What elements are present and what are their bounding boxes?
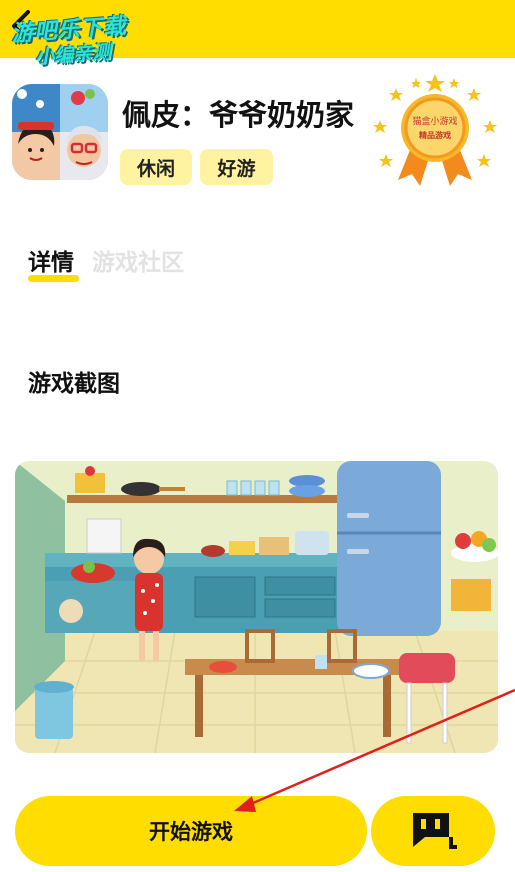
chat-button[interactable] xyxy=(371,796,495,866)
tab-active-indicator xyxy=(28,275,79,282)
tab-community[interactable]: 游戏社区 xyxy=(92,243,184,277)
tag-casual[interactable]: 休闲 xyxy=(120,149,192,185)
watermark-line2: 小编亲测 xyxy=(34,41,112,69)
app-title-container: 佩皮：爷爷奶奶家 xyxy=(122,92,372,136)
watermark: 游吧乐下载 小编亲测 xyxy=(10,8,129,71)
chat-bubble-icon xyxy=(413,813,457,849)
start-game-button[interactable]: 开始游戏 xyxy=(15,796,367,866)
app-title: 佩皮：爷爷奶奶家 xyxy=(122,98,355,132)
app-icon xyxy=(12,84,108,180)
badge-line1: 猫盒小游戏 xyxy=(412,115,457,127)
award-medal-icon: 猫盒小游戏 精品游戏 xyxy=(373,74,497,186)
badge-line2: 精品游戏 xyxy=(419,130,451,140)
game-screenshot-image[interactable] xyxy=(15,461,498,753)
tab-detail[interactable]: 详情 xyxy=(28,243,74,277)
screenshots-title: 游戏截图 xyxy=(28,371,120,397)
tag-good-game[interactable]: 好游 xyxy=(200,149,273,185)
